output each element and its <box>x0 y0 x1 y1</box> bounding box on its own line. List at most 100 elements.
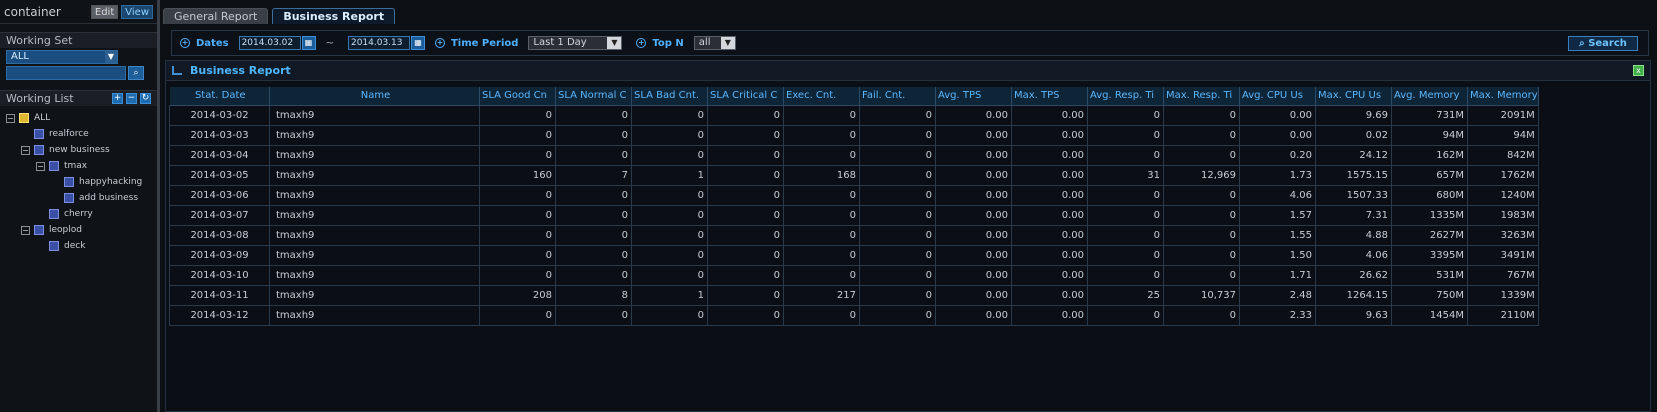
column-header[interactable]: Avg. TPS <box>935 87 1012 106</box>
tree-toggle-icon[interactable]: − <box>36 161 45 171</box>
table-cell: 767M <box>1467 264 1539 286</box>
column-header[interactable]: Avg. Memory <box>1391 87 1468 106</box>
tab-business-report[interactable]: Business Report <box>272 8 396 24</box>
table-cell: 0 <box>707 144 784 166</box>
topn-label: + Top N <box>636 37 684 49</box>
column-header[interactable]: Max. CPU Us <box>1315 87 1392 106</box>
table-row[interactable]: 2014-03-03 tmaxh9 0 0 0 0 0 0 0.00 0.00 0 0 0.00 0.02… <box>169 124 1539 146</box>
tree-item[interactable]: − ALL <box>0 110 157 126</box>
tree-item[interactable]: deck <box>0 238 157 254</box>
search-button[interactable]: ⌕ Search <box>1568 36 1638 51</box>
business-icon <box>64 193 74 203</box>
table-cell: 0 <box>1087 104 1164 126</box>
table-cell: 4.88 <box>1315 224 1392 246</box>
table-cell: 842M <box>1467 144 1539 166</box>
table-cell: 162M <box>1391 144 1468 166</box>
chevron-down-icon[interactable]: ▼ <box>720 37 735 49</box>
table-row[interactable]: 2014-03-06 tmaxh9 0 0 0 0 0 0 0.00 0.00 0 0 4.06 1507… <box>169 184 1539 206</box>
calendar-icon[interactable]: ▦ <box>410 36 425 50</box>
search-icon[interactable]: ⌕ <box>128 66 144 80</box>
tree-toggle-icon[interactable]: − <box>21 225 30 235</box>
time-period-select[interactable]: Last 1 Day ▼ <box>528 36 623 50</box>
working-set-value: ALL <box>11 51 29 62</box>
column-header[interactable]: Stat. Date <box>169 87 270 106</box>
column-header[interactable]: SLA Normal C <box>555 87 632 106</box>
table-row[interactable]: 2014-03-11 tmaxh9 208 8 1 0 217 0 0.00 0.00 25 10,7… <box>169 284 1539 306</box>
table-cell: tmaxh9 <box>269 144 480 166</box>
table-cell: 0 <box>707 124 784 146</box>
table-cell: 0 <box>783 124 860 146</box>
tree-item[interactable]: realforce <box>0 126 157 142</box>
column-header[interactable]: Max. TPS <box>1011 87 1088 106</box>
table-row[interactable]: 2014-03-04 tmaxh9 0 0 0 0 0 0 0.00 0.00 0 0 0.20 24.1… <box>169 144 1539 166</box>
collapse-all-icon[interactable]: − <box>126 93 137 104</box>
table-cell: 2014-03-11 <box>169 284 270 306</box>
column-header[interactable]: SLA Bad Cnt. <box>631 87 708 106</box>
table-cell: 1264.15 <box>1315 284 1392 306</box>
tree-toggle-icon[interactable]: − <box>21 145 30 155</box>
expand-all-icon[interactable]: + <box>112 93 123 104</box>
column-header[interactable]: Exec. Cnt. <box>783 87 860 106</box>
table-row[interactable]: 2014-03-07 tmaxh9 0 0 0 0 0 0 0.00 0.00 0 0 1.57 7.31… <box>169 204 1539 226</box>
column-header[interactable]: Avg. Resp. Ti <box>1087 87 1164 106</box>
table-row[interactable]: 2014-03-12 tmaxh9 0 0 0 0 0 0 0.00 0.00 0 0 2.33 9.63… <box>169 304 1539 326</box>
date-from-input[interactable]: 2014.03.02 <box>238 36 301 50</box>
tree-item[interactable]: − leoplod <box>0 222 157 238</box>
table-cell: 0 <box>631 184 708 206</box>
table-cell: 0 <box>859 104 936 126</box>
table-cell: 2014-03-08 <box>169 224 270 246</box>
table-cell: 0 <box>479 244 556 266</box>
table-cell: 0 <box>631 144 708 166</box>
date-to-input[interactable]: 2014.03.13 <box>347 36 410 50</box>
tree-item-label: cherry <box>64 209 93 219</box>
table-cell: 31 <box>1087 164 1164 186</box>
report-panel: Business Report x Stat. Date Name SLA Good… <box>165 60 1651 412</box>
view-button[interactable]: View <box>121 4 153 19</box>
tree-item[interactable]: − tmax <box>0 158 157 174</box>
table-cell: 2014-03-07 <box>169 204 270 226</box>
column-header[interactable]: Max. Resp. Ti <box>1163 87 1240 106</box>
column-header[interactable]: Name <box>269 87 480 106</box>
table-cell: 1.55 <box>1239 224 1316 246</box>
column-header[interactable]: Fail. Cnt. <box>859 87 936 106</box>
tree-toggle-icon[interactable]: − <box>6 113 15 123</box>
column-header[interactable]: Avg. CPU Us <box>1239 87 1316 106</box>
tree-item[interactable]: happyhacking <box>0 174 157 190</box>
column-header[interactable]: Max. Memory <box>1467 87 1539 106</box>
tab-general-report[interactable]: General Report <box>163 8 269 24</box>
table-row[interactable]: 2014-03-05 tmaxh9 160 7 1 0 168 0 0.00 0.00 31 12,9… <box>169 164 1539 186</box>
sidebar: container Edit View Working Set ALL ▼ ⌕ … <box>0 0 160 412</box>
table-row[interactable]: 2014-03-08 tmaxh9 0 0 0 0 0 0 0.00 0.00 0 0 1.55 4.88… <box>169 224 1539 246</box>
table-row[interactable]: 2014-03-10 tmaxh9 0 0 0 0 0 0 0.00 0.00 0 0 1.71 26.6… <box>169 264 1539 286</box>
refresh-icon[interactable]: ↻ <box>140 93 151 104</box>
table-cell: 4.06 <box>1315 244 1392 266</box>
table-cell: 0 <box>707 304 784 326</box>
working-set-select[interactable]: ALL ▼ <box>6 50 118 64</box>
edit-button[interactable]: Edit <box>90 4 119 19</box>
panel-header: Business Report x <box>166 61 1650 81</box>
table-row[interactable]: 2014-03-02 tmaxh9 0 0 0 0 0 0 0.00 0.00 0 0 0.00 9.69… <box>169 104 1539 126</box>
chevron-down-icon[interactable]: ▼ <box>105 51 117 63</box>
table-row[interactable]: 2014-03-09 tmaxh9 0 0 0 0 0 0 0.00 0.00 0 0 1.50 4.06… <box>169 244 1539 266</box>
column-header[interactable]: SLA Good Cn <box>479 87 556 106</box>
table-cell: 0 <box>783 104 860 126</box>
table-cell: 2014-03-06 <box>169 184 270 206</box>
tree-item[interactable]: cherry <box>0 206 157 222</box>
excel-export-icon[interactable]: x <box>1633 65 1644 76</box>
table-cell: 0.00 <box>935 264 1012 286</box>
chart-icon <box>172 66 182 75</box>
chevron-down-icon[interactable]: ▼ <box>607 37 622 49</box>
table-cell: 0 <box>631 244 708 266</box>
table-cell: 9.63 <box>1315 304 1392 326</box>
table-cell: tmaxh9 <box>269 304 480 326</box>
table-cell: 7 <box>555 164 632 186</box>
table-cell: 0 <box>783 184 860 206</box>
tree-item[interactable]: − new business <box>0 142 157 158</box>
column-header[interactable]: SLA Critical C <box>707 87 784 106</box>
topn-select[interactable]: all ▼ <box>693 36 736 50</box>
calendar-icon[interactable]: ▦ <box>301 36 316 50</box>
dates-label: + Dates <box>180 37 229 49</box>
tree-item[interactable]: add business <box>0 190 157 206</box>
table-cell: 0 <box>479 124 556 146</box>
working-set-search-input[interactable] <box>6 66 126 80</box>
